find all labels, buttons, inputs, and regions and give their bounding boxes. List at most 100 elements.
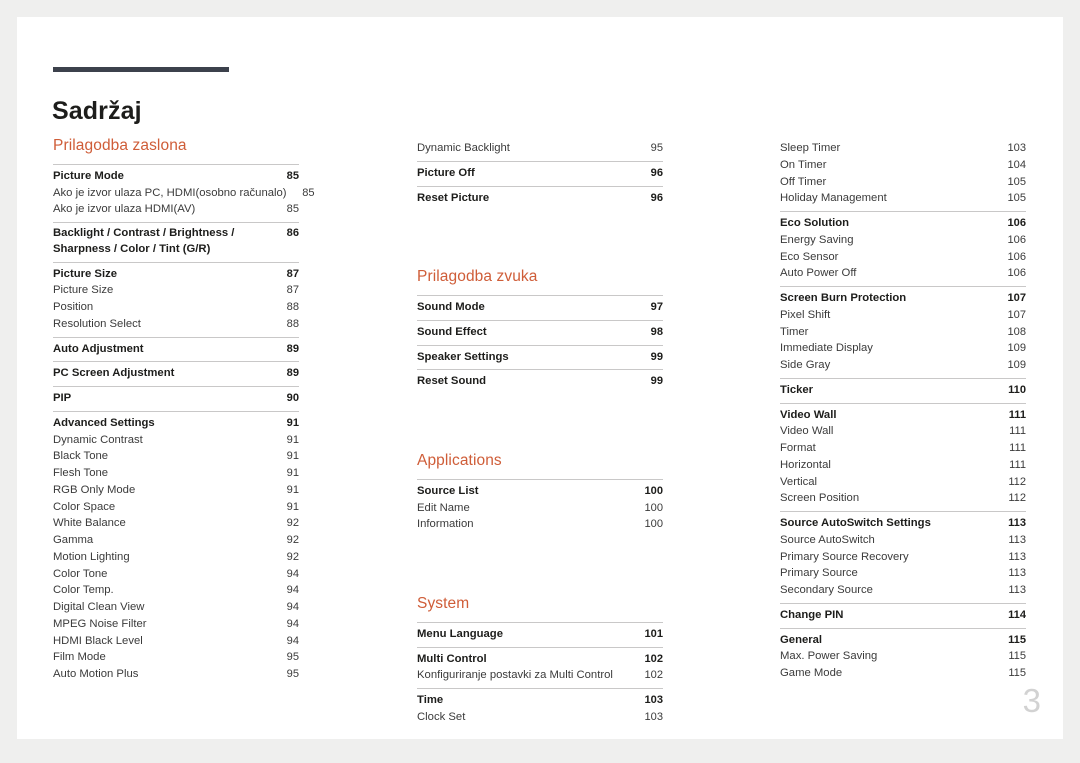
toc-entry-main[interactable]: Source List 100 <box>417 483 663 500</box>
toc-entry-sub[interactable]: Dynamic Contrast 91 <box>53 432 299 449</box>
toc-entry-label: Sound Mode <box>417 301 485 314</box>
toc-entry-page-number: 92 <box>286 517 299 530</box>
toc-entry-sub[interactable]: Position 88 <box>53 299 299 316</box>
toc-entry-sub[interactable]: Primary Source Recovery 113 <box>780 549 1026 566</box>
toc-entry-main[interactable]: Multi Control 102 <box>417 651 663 668</box>
toc-entry-main[interactable]: Ticker 110 <box>780 382 1026 399</box>
toc-entry-sub[interactable]: Color Temp. 94 <box>53 582 299 599</box>
toc-entry-sub[interactable]: Gamma 92 <box>53 532 299 549</box>
toc-entry-sub[interactable]: Resolution Select 88 <box>53 316 299 333</box>
toc-entry-sub[interactable]: Primary Source 113 <box>780 565 1026 582</box>
toc-entry-sub[interactable]: White Balance 92 <box>53 515 299 532</box>
toc-entry-sub[interactable]: RGB Only Mode 91 <box>53 482 299 499</box>
toc-entry-sub[interactable]: Source AutoSwitch 113 <box>780 532 1026 549</box>
toc-entry-label: Position <box>53 301 94 314</box>
toc-entry-sub[interactable]: Max. Power Saving 115 <box>780 648 1026 665</box>
toc-entry-sub[interactable]: Flesh Tone 91 <box>53 465 299 482</box>
toc-entry-sub[interactable]: Dynamic Backlight 95 <box>417 140 663 157</box>
toc-entry-sub[interactable]: Sleep Timer 103 <box>780 140 1026 157</box>
toc-entry-main[interactable]: Menu Language 101 <box>417 626 663 643</box>
toc-entry-main[interactable]: General 115 <box>780 632 1026 649</box>
toc-entry-main[interactable]: Advanced Settings 91 <box>53 415 299 432</box>
toc-entry-page-number: 112 <box>1008 492 1026 505</box>
toc-entry-sub[interactable]: Clock Set 103 <box>417 709 663 726</box>
toc-entry-sub[interactable]: Ako je izvor ulaza HDMI(AV) 85 <box>53 201 299 218</box>
toc-entry-label: Speaker Settings <box>417 350 509 363</box>
toc-entry-page-number: 100 <box>644 518 663 531</box>
toc-entry-main[interactable]: Screen Burn Protection 107 <box>780 290 1026 307</box>
toc-column-1: Prilagodba zaslona Picture Mode 85 Ako je i… <box>53 137 315 687</box>
toc-entry-label: Flesh Tone <box>53 467 109 480</box>
toc-entry-page-number: 94 <box>286 601 299 614</box>
toc-entry-sub[interactable]: Color Space 91 <box>53 499 299 516</box>
toc-entry-main[interactable]: Sound Effect 98 <box>417 324 663 341</box>
toc-section: Prilagodba zvuka Sound Mode 97 Sound Effect… <box>417 210 663 394</box>
toc-entry-main[interactable]: Time 103 <box>417 692 663 709</box>
toc-entry-main[interactable]: Reset Sound 99 <box>417 373 663 390</box>
toc-entry-sub[interactable]: Timer 108 <box>780 324 1026 341</box>
toc-entry-sub[interactable]: Information 100 <box>417 516 663 533</box>
toc-entry-sub[interactable]: Format 111 <box>780 440 1026 457</box>
toc-entry-sub[interactable]: Picture Size 87 <box>53 282 299 299</box>
toc-entry-sub[interactable]: Color Tone 94 <box>53 566 299 583</box>
toc-entry-main[interactable]: Backlight / Contrast / Brightness / Shar… <box>53 226 299 258</box>
toc-entry-page-number: 95 <box>286 651 299 664</box>
toc-entry-main[interactable]: Auto Adjustment 89 <box>53 341 299 358</box>
toc-entry-label: Video Wall <box>780 425 834 438</box>
toc-entry-label: Ticker <box>780 383 814 396</box>
toc-entry-main[interactable]: Speaker Settings 99 <box>417 349 663 366</box>
toc-entry-label: Dynamic Contrast <box>53 433 143 446</box>
toc-entry-sub[interactable]: Pixel Shift 107 <box>780 307 1026 324</box>
toc-entry-main[interactable]: Picture Size 87 <box>53 266 299 283</box>
toc-entry-page-number: 113 <box>1008 533 1026 546</box>
toc-group: Dynamic Backlight 95 <box>417 137 663 161</box>
toc-section-heading: Prilagodba zvuka <box>417 268 538 286</box>
toc-entry-main[interactable]: Source AutoSwitch Settings 113 <box>780 515 1026 532</box>
toc-entry-sub[interactable]: Immediate Display 109 <box>780 340 1026 357</box>
toc-entry-sub[interactable]: Film Mode 95 <box>53 649 299 666</box>
toc-entry-sub[interactable]: MPEG Noise Filter 94 <box>53 616 299 633</box>
toc-entry-sub[interactable]: Holiday Management 105 <box>780 190 1026 207</box>
toc-entry-main[interactable]: Sound Mode 97 <box>417 299 663 316</box>
toc-entry-sub[interactable]: Vertical 112 <box>780 474 1026 491</box>
toc-entry-label: Side Gray <box>780 359 831 371</box>
toc-entry-sub[interactable]: Auto Motion Plus 95 <box>53 666 299 683</box>
toc-entry-page-number: 115 <box>1008 650 1026 663</box>
toc-entry-page-number: 104 <box>1007 158 1026 171</box>
toc-entry-sub[interactable]: Eco Sensor 106 <box>780 249 1026 266</box>
toc-entry-sub[interactable]: Game Mode 115 <box>780 665 1026 682</box>
toc-entry-sub[interactable]: Horizontal 111 <box>780 457 1026 474</box>
toc-entry-sub[interactable]: Energy Saving 106 <box>780 232 1026 249</box>
toc-entry-main[interactable]: Change PIN 114 <box>780 607 1026 624</box>
toc-entry-main[interactable]: PC Screen Adjustment 89 <box>53 365 299 382</box>
toc-entry-sub[interactable]: Edit Name 100 <box>417 500 663 517</box>
toc-entry-sub[interactable]: Side Gray 109 <box>780 357 1026 374</box>
toc-entry-sub[interactable]: Ako je izvor ulaza PC, HDMI(osobno račun… <box>53 185 315 202</box>
toc-entry-page-number: 91 <box>286 450 299 463</box>
toc-entry-page-number: 111 <box>1009 442 1026 454</box>
toc-entry-sub[interactable]: Secondary Source 113 <box>780 582 1026 599</box>
toc-entry-sub[interactable]: Digital Clean View 94 <box>53 599 299 616</box>
toc-entry-main[interactable]: Eco Solution 106 <box>780 215 1026 232</box>
toc-entry-sub[interactable]: Black Tone 91 <box>53 448 299 465</box>
toc-entry-sub[interactable]: HDMI Black Level 94 <box>53 633 299 650</box>
toc-entry-main[interactable]: PIP 90 <box>53 390 299 407</box>
toc-entry-page-number: 94 <box>286 634 299 647</box>
toc-entry-sub[interactable]: Screen Position 112 <box>780 490 1026 507</box>
toc-entry-label: Menu Language <box>417 627 503 640</box>
toc-entry-page-number: 109 <box>1007 359 1026 371</box>
toc-entry-sub[interactable]: On Timer 104 <box>780 157 1026 174</box>
toc-entry-sub[interactable]: Motion Lighting 92 <box>53 549 299 566</box>
toc-entry-main[interactable]: Reset Picture 96 <box>417 190 663 207</box>
toc-entry-main[interactable]: Picture Mode 85 <box>53 168 299 185</box>
toc-entry-sub[interactable]: Off Timer 105 <box>780 174 1026 191</box>
toc-entry-label: Primary Source Recovery <box>780 550 909 563</box>
toc-entry-page-number: 91 <box>286 433 299 446</box>
toc-group: Change PIN 114 <box>780 602 1026 628</box>
toc-entry-main[interactable]: Picture Off 96 <box>417 165 663 182</box>
toc-entry-sub[interactable]: Auto Power Off 106 <box>780 265 1026 282</box>
toc-entry-sub[interactable]: Video Wall 111 <box>780 423 1026 440</box>
toc-entry-main[interactable]: Video Wall 111 <box>780 407 1026 424</box>
toc-entry-sub[interactable]: Konfiguriranje postavki za Multi Control… <box>417 667 663 684</box>
